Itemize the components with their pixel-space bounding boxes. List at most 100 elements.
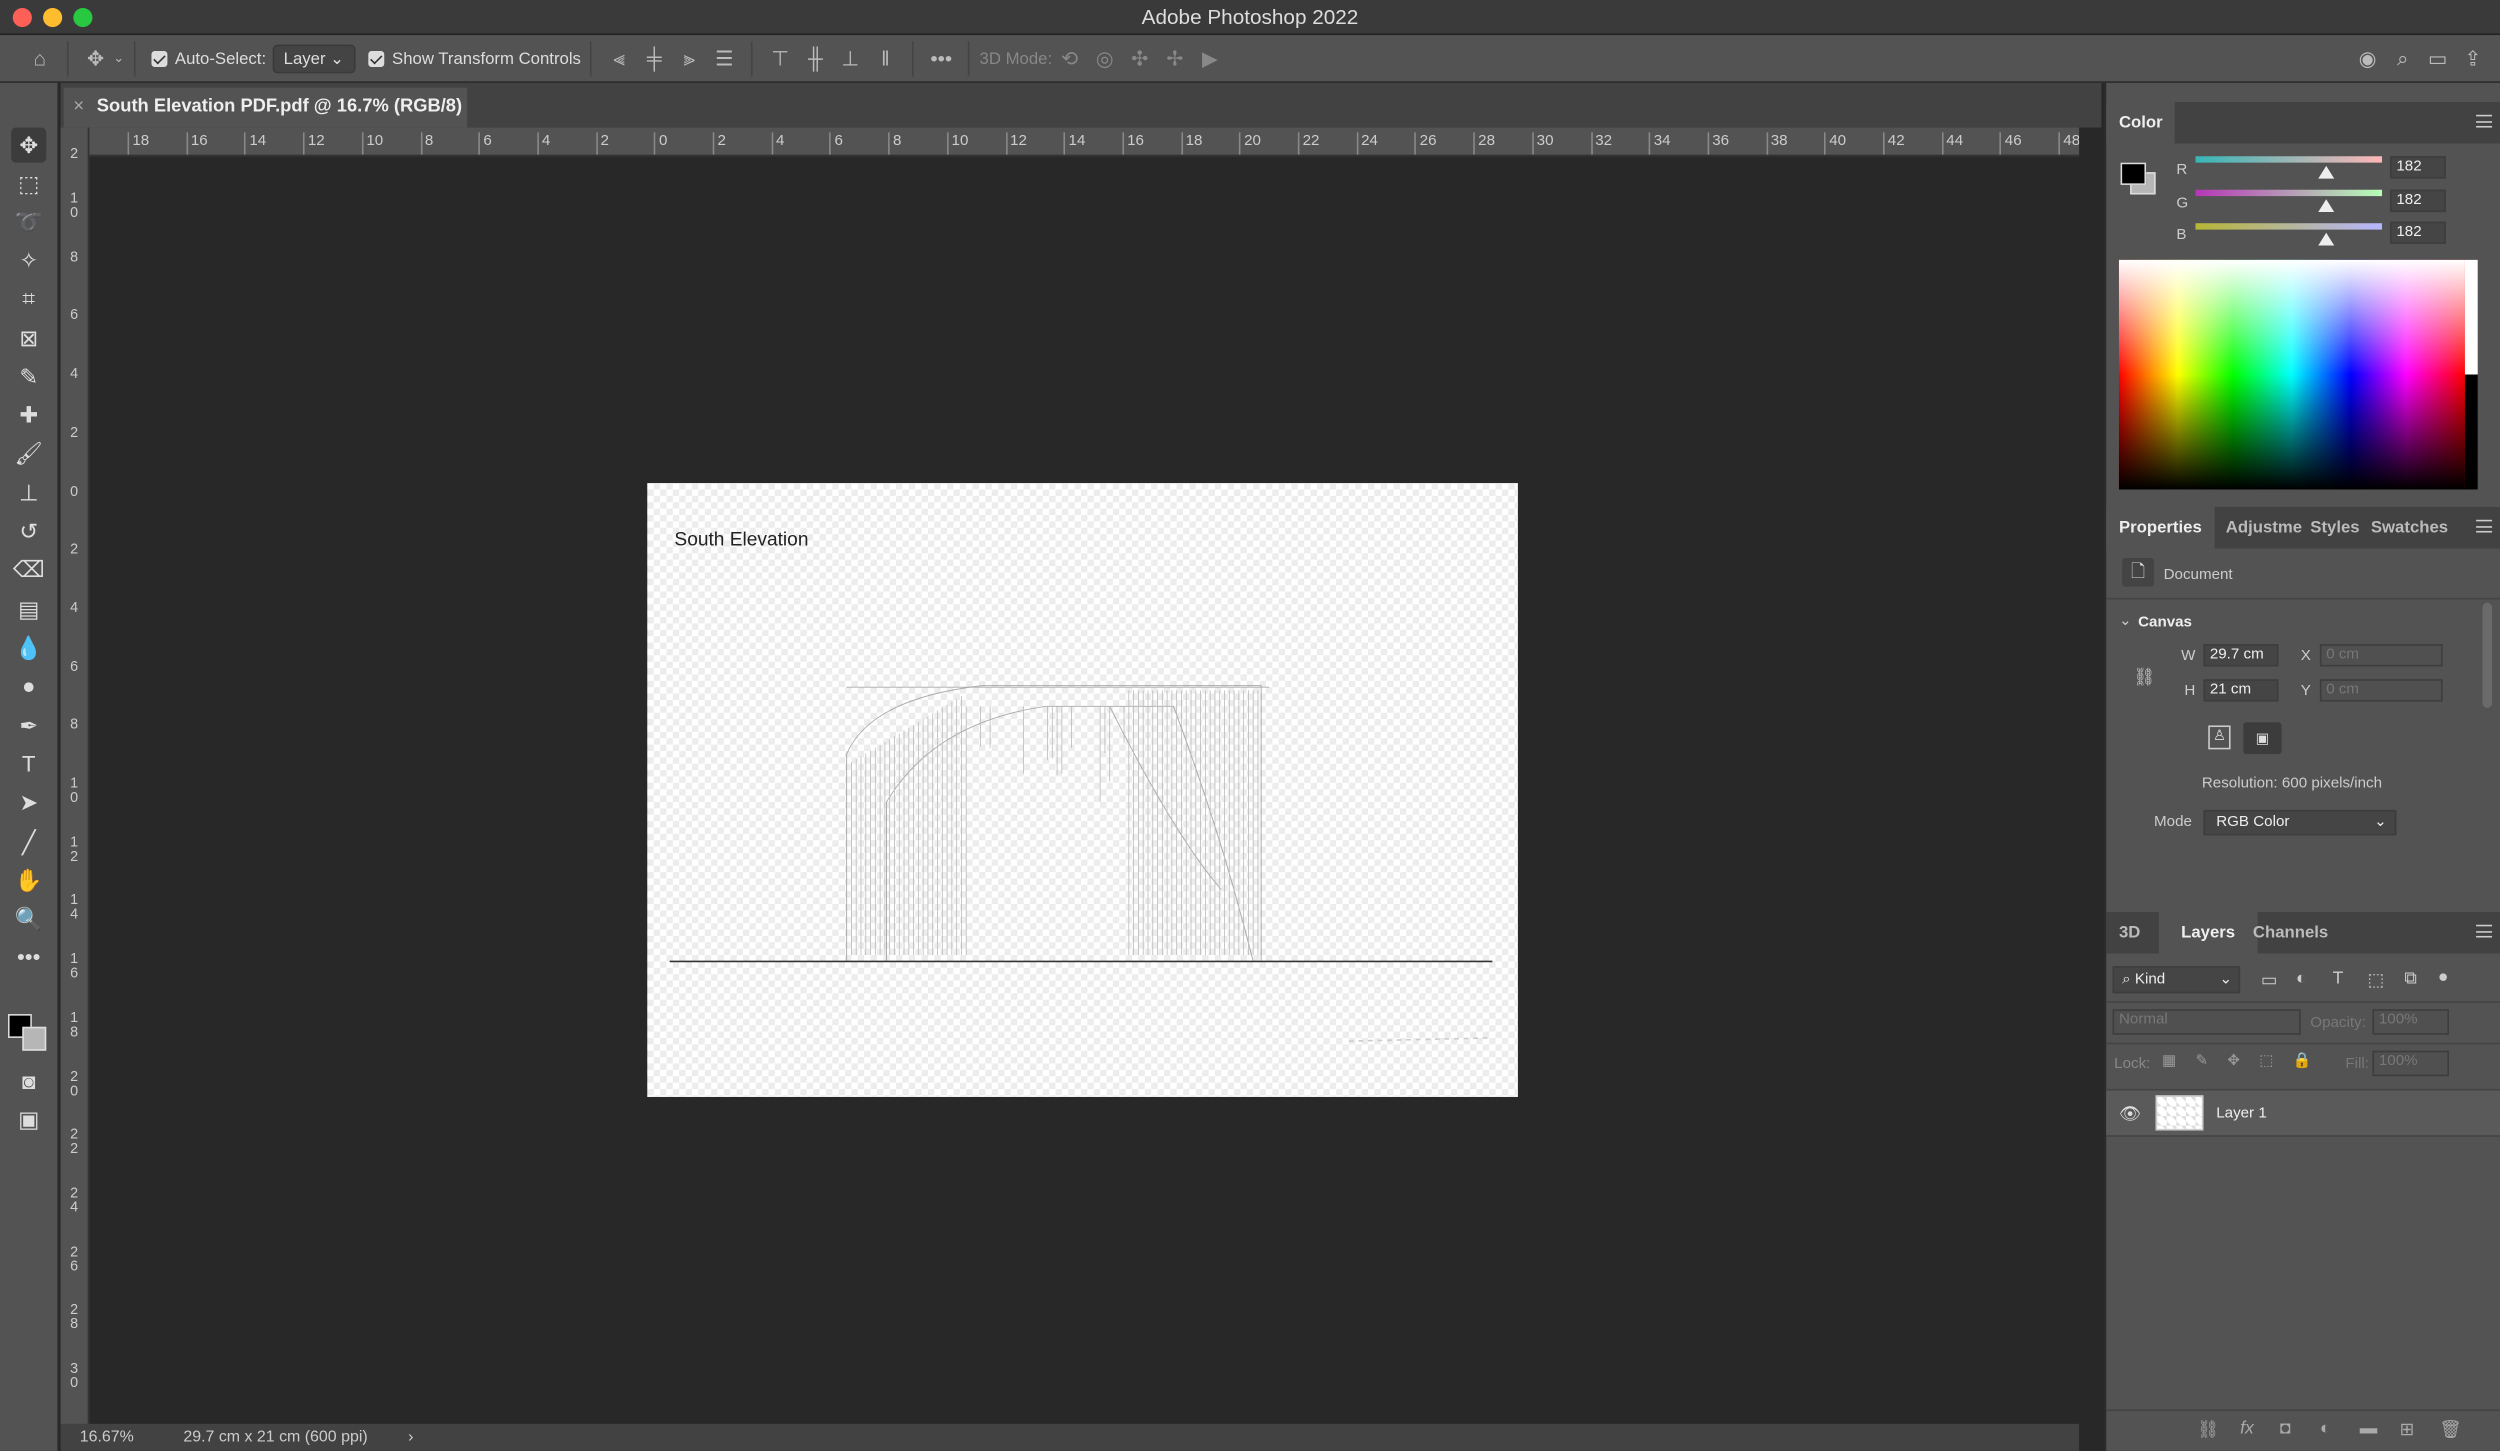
blend-mode-dropdown[interactable]: Normal — [2113, 1009, 2301, 1035]
learn-icon[interactable]: ◉ — [2350, 41, 2385, 76]
blur-tool-icon[interactable]: 💧 — [11, 630, 46, 665]
marquee-tool-icon[interactable]: ⬚ — [11, 166, 46, 201]
brush-tool-icon[interactable]: 🖌 — [11, 435, 46, 470]
3d-roll-icon[interactable]: ◎ — [1087, 41, 1122, 76]
zoom-level[interactable]: 16.67% — [80, 1424, 134, 1451]
align-left-icon[interactable]: ⫷ — [602, 41, 637, 76]
panel-menu-icon[interactable] — [2476, 115, 2492, 128]
lock-all-icon[interactable]: 🔒 — [2293, 1052, 2312, 1070]
3d-orbit-icon[interactable]: ⟲ — [1052, 41, 1087, 76]
distribute-icon[interactable]: ☰ — [707, 41, 742, 76]
maximize-window-button[interactable] — [73, 8, 92, 27]
align-center-icon[interactable]: ╪ — [637, 41, 672, 76]
tab-properties[interactable]: Properties — [2106, 507, 2214, 548]
move-tool-icon[interactable]: ✥ — [11, 128, 46, 163]
align-bottom-icon[interactable]: ⊥ — [833, 41, 868, 76]
canvas-section-title[interactable]: Canvas — [2138, 614, 2192, 632]
panel-menu-icon[interactable] — [2476, 520, 2492, 533]
filter-toggle-icon[interactable]: ● — [2438, 968, 2449, 987]
mode-dropdown[interactable]: RGB Color ⌄ — [2203, 810, 2396, 836]
3d-slide-icon[interactable]: ✢ — [1157, 41, 1192, 76]
filter-pixel-icon[interactable]: ▭ — [2261, 969, 2278, 990]
lock-transparent-icon[interactable]: ▦ — [2162, 1052, 2176, 1070]
screen-mode-icon[interactable]: ▣ — [11, 1102, 46, 1137]
filter-adjustment-icon[interactable]: ◐ — [2296, 969, 2307, 988]
share-icon[interactable]: ⇪ — [2455, 41, 2490, 76]
eye-visibility-icon[interactable]: 👁 — [2119, 1103, 2141, 1124]
layer-row[interactable]: 👁 Layer 1 — [2106, 1089, 2500, 1137]
move-tool-icon[interactable]: ✥ — [78, 41, 113, 76]
auto-select-checkbox[interactable] — [151, 50, 167, 66]
3d-pan-icon[interactable]: ✣ — [1122, 41, 1157, 76]
link-dimensions-icon[interactable]: ⛓ — [2133, 666, 2155, 687]
layer-name[interactable]: Layer 1 — [2216, 1105, 2267, 1123]
chevron-right-icon[interactable]: › — [408, 1424, 413, 1451]
lasso-tool-icon[interactable]: ➰ — [11, 204, 46, 239]
new-group-icon[interactable]: ▬ — [2360, 1419, 2378, 1438]
align-right-icon[interactable]: ⫸ — [672, 41, 707, 76]
fx-icon[interactable]: fx — [2240, 1419, 2254, 1438]
filter-shape-icon[interactable]: ⬚ — [2368, 969, 2385, 990]
gradient-tool-icon[interactable]: ▤ — [11, 592, 46, 627]
align-middle-icon[interactable]: ╫ — [798, 41, 833, 76]
line-tool-icon[interactable]: ╱ — [11, 824, 46, 859]
b-slider-thumb[interactable] — [2318, 233, 2334, 246]
quick-mask-icon[interactable]: ◙ — [11, 1063, 46, 1098]
path-selection-tool-icon[interactable]: ➤ — [11, 784, 46, 819]
tab-color[interactable]: Color — [2106, 102, 2175, 143]
tab-3d[interactable]: 3D — [2106, 912, 2153, 953]
lock-position-icon[interactable]: ✥ — [2227, 1052, 2240, 1070]
filter-smart-object-icon[interactable]: ⧉ — [2404, 969, 2417, 990]
close-tab-icon[interactable]: × — [73, 97, 84, 116]
link-layers-icon[interactable]: ⛓ — [2197, 1419, 2219, 1440]
edit-toolbar-icon[interactable]: ••• — [11, 939, 46, 974]
zoom-tool-icon[interactable]: 🔍 — [11, 901, 46, 936]
close-window-button[interactable] — [13, 8, 32, 27]
workspace-icon[interactable]: ▭ — [2420, 41, 2455, 76]
delete-layer-icon[interactable]: 🗑 — [2439, 1419, 2461, 1440]
frame-tool-icon[interactable]: ⊠ — [11, 320, 46, 355]
clone-stamp-tool-icon[interactable]: ⊥ — [11, 475, 46, 510]
more-icon[interactable]: ••• — [924, 41, 959, 76]
chevron-down-icon[interactable]: ⌄ — [113, 51, 124, 65]
document-tab[interactable]: × South Elevation PDF.pdf @ 16.7% (RGB/8)… — [64, 88, 467, 128]
horizontal-ruler[interactable]: 18 16 14 12 10 8 6 4 2 0 2 4 6 8 10 12 14 16 18 20 22 24 26 28 3… — [89, 128, 2079, 157]
g-slider-thumb[interactable] — [2318, 199, 2334, 212]
background-color-swatch[interactable] — [22, 1027, 46, 1051]
y-field[interactable]: 0 cm — [2320, 679, 2443, 701]
vertical-ruler[interactable]: 2 10 8 6 4 2 0 2 4 6 8 10 12 14 16 18 20 22 24 26 28 30 — [61, 128, 90, 1427]
width-field[interactable]: 29.7 cm — [2203, 644, 2278, 666]
foreground-color-swatch[interactable] — [2121, 163, 2147, 185]
r-slider-thumb[interactable] — [2318, 166, 2334, 179]
r-value-field[interactable]: 182 — [2390, 156, 2446, 178]
panel-menu-icon[interactable] — [2476, 925, 2492, 938]
opacity-field[interactable]: 100% — [2372, 1009, 2449, 1035]
filter-type-icon[interactable]: T — [2333, 969, 2344, 988]
height-field[interactable]: 21 cm — [2203, 679, 2278, 701]
r-slider[interactable] — [2195, 156, 2382, 162]
search-icon[interactable]: ⌕ — [2385, 41, 2420, 76]
landscape-orientation-icon[interactable]: ▣ — [2243, 722, 2281, 754]
chevron-down-icon[interactable]: ⌄ — [2119, 612, 2132, 630]
healing-brush-tool-icon[interactable]: ✚ — [11, 397, 46, 432]
pen-tool-icon[interactable]: ✒ — [11, 708, 46, 743]
align-top-icon[interactable]: ⊤ — [763, 41, 798, 76]
g-slider[interactable] — [2195, 190, 2382, 196]
properties-scrollbar[interactable] — [2482, 603, 2492, 708]
fill-field[interactable]: 100% — [2372, 1051, 2449, 1077]
b-value-field[interactable]: 182 — [2390, 222, 2446, 244]
new-layer-icon[interactable]: ⊞ — [2400, 1419, 2415, 1440]
eyedropper-tool-icon[interactable]: ✎ — [11, 359, 46, 394]
distribute-vertical-icon[interactable]: ‖ — [868, 41, 903, 76]
auto-select-dropdown[interactable]: Layer ⌄ — [272, 44, 355, 73]
eraser-tool-icon[interactable]: ⌫ — [11, 552, 46, 587]
b-slider[interactable] — [2195, 223, 2382, 229]
tab-swatches[interactable]: Swatches — [2358, 507, 2461, 548]
add-mask-icon[interactable]: ◘ — [2280, 1419, 2291, 1438]
show-transform-checkbox[interactable] — [368, 50, 384, 66]
black-white-ramp[interactable] — [2465, 260, 2478, 490]
color-spectrum[interactable] — [2119, 260, 2465, 490]
document-canvas[interactable]: South Elevation — [647, 483, 1518, 1097]
x-field[interactable]: 0 cm — [2320, 644, 2443, 666]
minimize-window-button[interactable] — [43, 8, 62, 27]
